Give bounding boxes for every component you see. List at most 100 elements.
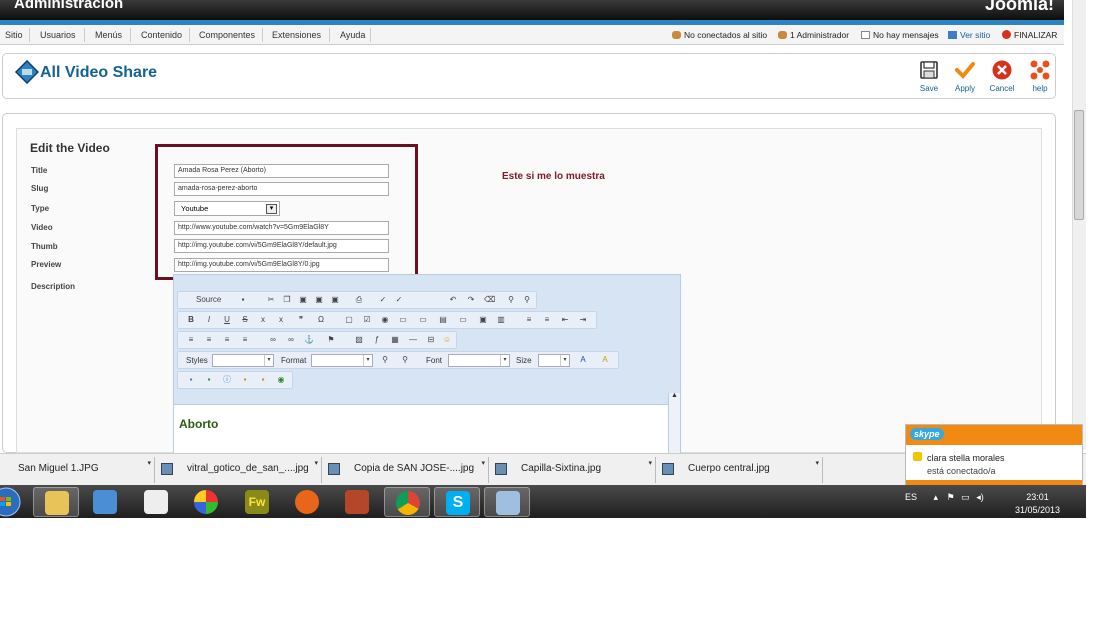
logout-link[interactable]: FINALIZAR bbox=[1002, 30, 1057, 40]
status-messages[interactable]: No hay mensajes bbox=[861, 30, 939, 40]
spellcheck-icon[interactable]: ✓ bbox=[378, 295, 388, 305]
search-icon[interactable]: ⚲ bbox=[380, 355, 390, 365]
align-right-icon[interactable]: ≡ bbox=[222, 335, 232, 345]
chevron-down-icon[interactable]: ▾ bbox=[314, 459, 318, 467]
menu-item-menus[interactable]: Menús bbox=[95, 30, 122, 40]
scroll-up-icon[interactable]: ▲ bbox=[671, 392, 678, 399]
taskbar-chrome[interactable] bbox=[384, 487, 430, 517]
find-icon[interactable]: ⚲ bbox=[506, 295, 516, 305]
justify-icon[interactable]: ≡ bbox=[240, 335, 250, 345]
anchor-flag-icon[interactable]: ⚑ bbox=[326, 335, 336, 345]
page-scrollbar-thumb[interactable] bbox=[1074, 110, 1084, 220]
smiley-icon[interactable]: ☺ bbox=[442, 335, 452, 345]
media-icon[interactable]: ▪ bbox=[240, 375, 250, 385]
paste-icon[interactable]: ▣ bbox=[298, 295, 308, 305]
chrome-plugin-icon[interactable]: ◉ bbox=[276, 375, 286, 385]
scayt-icon[interactable]: ✓ bbox=[394, 295, 404, 305]
image-icon[interactable]: ▨ bbox=[354, 335, 364, 345]
outdent-icon[interactable]: ⇤ bbox=[560, 315, 570, 325]
chevron-down-icon[interactable]: ▾ bbox=[815, 459, 819, 467]
chevron-down-icon[interactable]: ▾ bbox=[648, 459, 652, 467]
table-icon[interactable]: ▦ bbox=[390, 335, 400, 345]
download-item[interactable]: San Miguel 1.JPG ▾ bbox=[0, 457, 155, 483]
volume-icon[interactable]: ◂) bbox=[976, 492, 984, 502]
taskbar-skype[interactable]: S bbox=[434, 487, 480, 517]
maximize-icon[interactable]: ▪ bbox=[186, 375, 196, 385]
youtube-icon[interactable]: ▪ bbox=[258, 375, 268, 385]
taskbar-firefox[interactable] bbox=[284, 487, 330, 517]
taskbar-paint[interactable] bbox=[484, 487, 530, 517]
align-left-icon[interactable]: ≡ bbox=[186, 335, 196, 345]
numbered-list-icon[interactable]: ≡ bbox=[524, 315, 534, 325]
taskbar-fireworks[interactable]: Fw bbox=[234, 487, 280, 517]
strike-icon[interactable]: S bbox=[240, 315, 250, 325]
apply-button[interactable]: Apply bbox=[948, 60, 982, 93]
download-item[interactable]: Capilla-Sixtina.jpg ▾ bbox=[491, 457, 656, 483]
form-icon[interactable]: ▢ bbox=[344, 315, 354, 325]
start-button-icon[interactable] bbox=[0, 487, 24, 517]
checkbox-icon[interactable]: ☑ bbox=[362, 315, 372, 325]
zoom-icon[interactable]: ⚲ bbox=[400, 355, 410, 365]
taskbar-media-player[interactable] bbox=[82, 487, 128, 517]
size-combo[interactable]: ▾ bbox=[538, 354, 570, 367]
select-icon[interactable]: ▤ bbox=[438, 315, 448, 325]
subscript-icon[interactable]: x bbox=[258, 315, 268, 325]
download-item[interactable]: vitral_gotico_de_san_....jpg ▾ bbox=[157, 457, 322, 483]
page-scrollbar[interactable] bbox=[1072, 0, 1086, 450]
blockquote-icon[interactable]: ❞ bbox=[296, 315, 306, 325]
flash-icon[interactable]: ƒ bbox=[372, 335, 382, 345]
image-button-icon[interactable]: ▣ bbox=[478, 315, 488, 325]
styles-combo[interactable]: ▾ bbox=[212, 354, 274, 367]
taskbar-explorer[interactable] bbox=[33, 487, 79, 517]
paste-word-icon[interactable]: ▣ bbox=[330, 295, 340, 305]
language-indicator[interactable]: ES bbox=[905, 492, 917, 502]
menu-item-usuarios[interactable]: Usuarios bbox=[40, 30, 76, 40]
taskbar-app-2[interactable] bbox=[334, 487, 380, 517]
radio-icon[interactable]: ◉ bbox=[380, 315, 390, 325]
clock[interactable]: 23:01 31/05/2013 bbox=[1015, 491, 1060, 517]
menu-item-extensiones[interactable]: Extensiones bbox=[272, 30, 321, 40]
blocks-icon[interactable]: ▪ bbox=[204, 375, 214, 385]
redo-icon[interactable]: ↷ bbox=[466, 295, 476, 305]
view-site-link[interactable]: Ver sitio bbox=[948, 30, 990, 40]
cut-icon[interactable]: ✂ bbox=[266, 295, 276, 305]
textfield-icon[interactable]: ▭ bbox=[398, 315, 408, 325]
editor-scrollbar[interactable]: ▲ bbox=[668, 392, 680, 454]
text-color-icon[interactable]: A bbox=[578, 355, 588, 365]
button-icon[interactable]: ▭ bbox=[458, 315, 468, 325]
format-combo[interactable]: ▾ bbox=[311, 354, 373, 367]
special-char-icon[interactable]: Ω bbox=[316, 315, 326, 325]
taskbar-picasa[interactable] bbox=[183, 487, 229, 517]
download-item[interactable]: Copia de SAN JOSE-....jpg ▾ bbox=[324, 457, 489, 483]
unlink-icon[interactable]: ∞ bbox=[286, 335, 296, 345]
textarea-icon[interactable]: ▭ bbox=[418, 315, 428, 325]
hr-icon[interactable]: ― bbox=[408, 335, 418, 345]
anchor-icon[interactable]: ⚓ bbox=[304, 335, 314, 345]
info-icon[interactable]: ⓘ bbox=[222, 375, 232, 385]
source-button[interactable]: Source bbox=[184, 295, 224, 305]
chevron-down-icon[interactable]: ▾ bbox=[481, 459, 485, 467]
editor-content-area[interactable] bbox=[173, 404, 669, 454]
hidden-field-icon[interactable]: ▥ bbox=[496, 315, 506, 325]
eraser-icon[interactable]: ⌫ bbox=[484, 295, 495, 305]
font-combo[interactable]: ▾ bbox=[448, 354, 510, 367]
download-item[interactable]: Cuerpo central.jpg ▾ bbox=[658, 457, 823, 483]
paste-text-icon[interactable]: ▣ bbox=[314, 295, 324, 305]
chevron-down-icon[interactable]: ▾ bbox=[147, 459, 151, 467]
taskbar-app[interactable] bbox=[133, 487, 179, 517]
help-button[interactable]: help bbox=[1023, 60, 1057, 93]
print-icon[interactable]: ⎙ bbox=[354, 295, 364, 305]
copy-icon[interactable]: ❐ bbox=[282, 295, 292, 305]
menu-item-contenido[interactable]: Contenido bbox=[141, 30, 182, 40]
undo-icon[interactable]: ↶ bbox=[448, 295, 458, 305]
save-button[interactable]: Save bbox=[912, 60, 946, 93]
superscript-icon[interactable]: x bbox=[276, 315, 286, 325]
pagebreak-icon[interactable]: ⊟ bbox=[426, 335, 436, 345]
menu-item-sitio[interactable]: Sitio bbox=[5, 30, 23, 40]
save-doc-icon[interactable]: ▪ bbox=[238, 295, 248, 305]
replace-icon[interactable]: ⚲ bbox=[522, 295, 532, 305]
indent-icon[interactable]: ⇥ bbox=[578, 315, 588, 325]
chevron-up-icon[interactable]: ▴ bbox=[934, 492, 939, 502]
menu-item-componentes[interactable]: Componentes bbox=[199, 30, 255, 40]
flag-icon[interactable]: ⚑ bbox=[947, 492, 955, 502]
